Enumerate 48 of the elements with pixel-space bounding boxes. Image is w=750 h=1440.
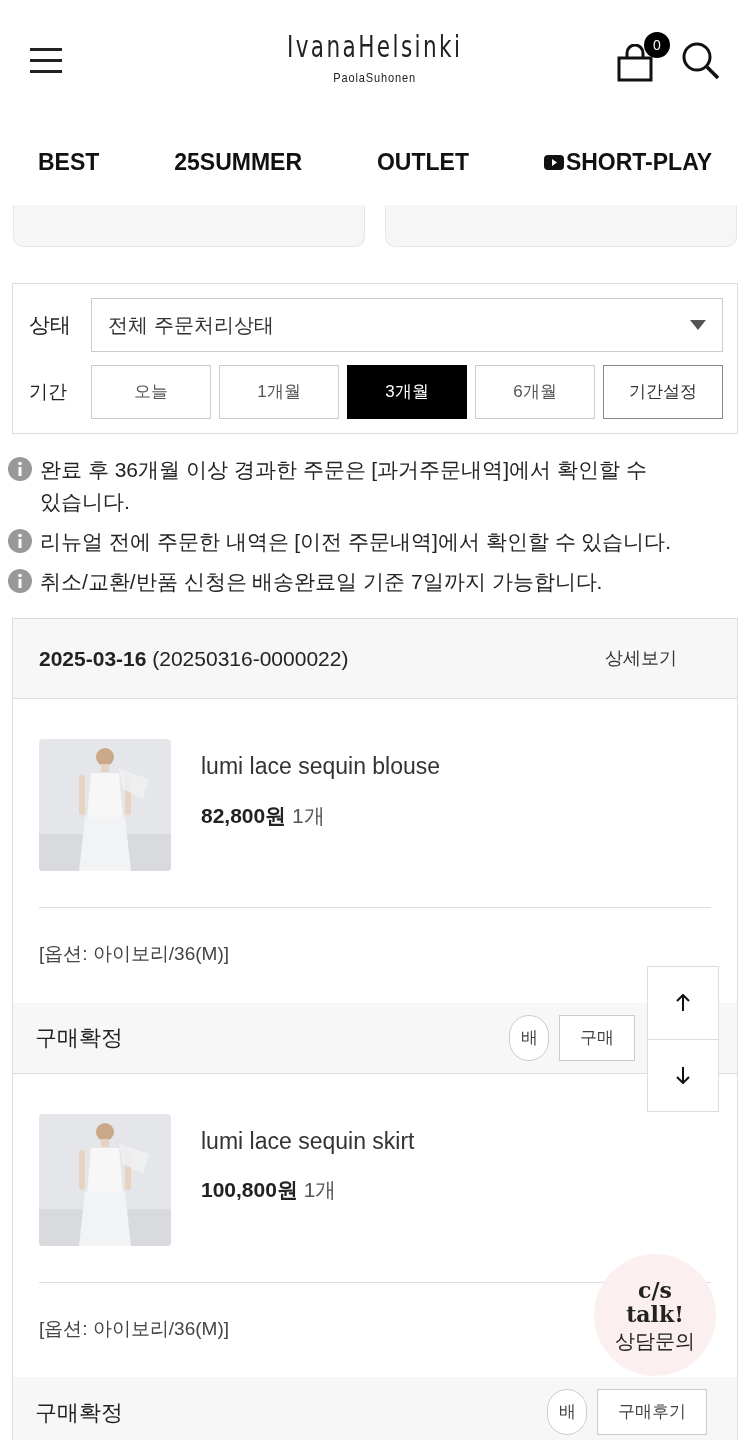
order-status: 구매확정: [35, 1024, 123, 1052]
cs-talk-subtitle: talk!: [626, 1303, 684, 1325]
tracking-button[interactable]: 배: [547, 1389, 587, 1435]
logo[interactable]: IvanaHelsinki: [287, 32, 463, 63]
menu-icon[interactable]: [30, 46, 64, 74]
info-icon: [8, 457, 32, 481]
order-date: 2025-03-16 (20250316-0000022): [39, 645, 349, 672]
period-button[interactable]: 6개월: [475, 365, 595, 419]
product-name[interactable]: lumi lace sequin skirt: [201, 1123, 415, 1158]
cart-count-badge: 0: [644, 32, 670, 58]
review-button[interactable]: 구매후기: [597, 1389, 707, 1435]
product-name[interactable]: lumi lace sequin blouse: [201, 749, 441, 784]
search-icon[interactable]: [680, 40, 720, 80]
notice-text: 취소/교환/반품 신청은 배송완료일 기준 7일까지 가능합니다.: [40, 569, 603, 595]
logo-subtitle: PaolaSuhonen: [333, 69, 417, 88]
shopping-bag-icon[interactable]: [616, 44, 654, 82]
play-icon: [543, 155, 564, 170]
detail-link[interactable]: 상세보기: [605, 645, 677, 672]
nav-link[interactable]: SHORT-PLAY: [543, 145, 712, 180]
cs-talk-button[interactable]: c/s talk! 상담문의: [594, 1254, 716, 1376]
period-button[interactable]: 기간설정: [603, 365, 723, 419]
arrow-up-icon: [676, 993, 690, 1012]
notice-text: 리뉴얼 전에 주문한 내역은 [이전 주문내역]에서 확인할 수 있습니다.: [40, 529, 672, 555]
period-button[interactable]: 1개월: [219, 365, 339, 419]
product-price: 100,800원 1개: [201, 1177, 338, 1203]
cs-talk-label: 상담문의: [615, 1331, 695, 1351]
period-button[interactable]: 3개월: [347, 365, 467, 419]
period-button[interactable]: 오늘: [91, 365, 211, 419]
status-label: 상태: [28, 312, 72, 339]
summary-card[interactable]: [13, 205, 365, 247]
nav-link[interactable]: 25SUMMER: [174, 145, 303, 180]
caret-icon: [690, 320, 706, 330]
info-icon: [8, 569, 32, 593]
info-icon: [8, 529, 32, 553]
product-option: [옵션: 아이보리/36(M)]: [39, 943, 229, 964]
nav-link[interactable]: OUTLET: [376, 145, 469, 180]
period-label: 기간: [28, 379, 68, 404]
nav-link[interactable]: BEST: [38, 145, 100, 180]
product-option: [옵션: 아이보리/36(M)]: [39, 1317, 229, 1339]
summary-card[interactable]: [385, 205, 737, 247]
review-button[interactable]: 구매: [559, 1014, 635, 1061]
tracking-button[interactable]: 배: [509, 1014, 549, 1061]
status-dropdown[interactable]: 전체 주문처리상태: [91, 298, 723, 352]
arrow-down-icon: [676, 1066, 690, 1085]
order-status: 구매확정: [35, 1398, 123, 1427]
notice-text: 완료 후 36개월 이상 경과한 주문은 [과거주문내역]에서 확인할 수 있습니다.: [40, 457, 648, 515]
product-price: 82,800원 1개: [201, 802, 326, 829]
cs-talk-title: c/s: [638, 1279, 672, 1301]
